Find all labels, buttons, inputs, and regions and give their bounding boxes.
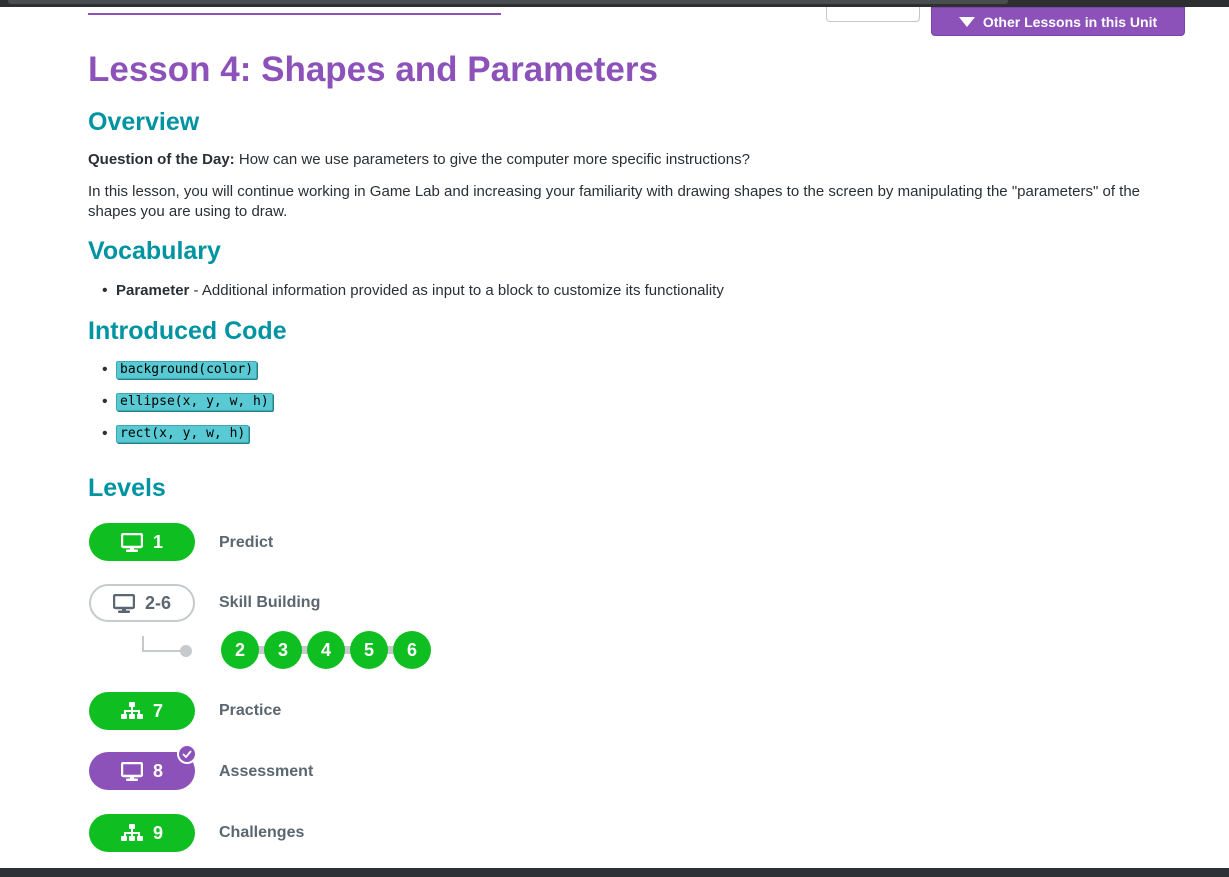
lesson-title: Lesson 4: Shapes and Parameters — [88, 50, 658, 89]
vocabulary-term: Parameter — [116, 282, 190, 299]
desktop-icon — [120, 532, 143, 552]
sitemap-icon — [120, 702, 143, 719]
sitemap-icon — [120, 824, 143, 841]
level-number: 2-6 — [144, 592, 171, 613]
header-secondary-button[interactable] — [826, 7, 920, 22]
code-rect[interactable]: rect(x, y, w, h) — [116, 425, 250, 443]
caret-down-icon — [958, 16, 975, 27]
code-background[interactable]: background(color) — [116, 361, 258, 379]
level-number: 1 — [152, 531, 163, 552]
qotd-text: How can we use parameters to give the co… — [234, 151, 750, 168]
desktop-icon — [112, 593, 135, 613]
browser-bottom-bar — [0, 868, 1229, 877]
check-icon — [182, 750, 192, 758]
level-9-pill[interactable]: 9 — [89, 814, 195, 852]
other-lessons-button[interactable]: Other Lessons in this Unit — [931, 7, 1185, 36]
level-label-predict[interactable]: Predict — [219, 533, 273, 553]
overview-heading: Overview — [88, 108, 200, 136]
sublevel-bubble-4[interactable]: 4 — [307, 631, 345, 669]
sublevel-bubble-6[interactable]: 6 — [393, 631, 431, 669]
levels-heading: Levels — [88, 474, 166, 502]
level-label-assessment[interactable]: Assessment — [219, 762, 313, 782]
sublevel-bubble-2[interactable]: 2 — [221, 631, 259, 669]
question-of-the-day: Question of the Day: How can we use para… — [88, 150, 1188, 170]
sublevel-bubble-3[interactable]: 3 — [264, 631, 302, 669]
sublevel-connector-dot — [180, 645, 192, 657]
sublevel-bubble-5[interactable]: 5 — [350, 631, 388, 669]
sublevel-connector — [142, 636, 182, 652]
level-label-practice[interactable]: Practice — [219, 701, 281, 721]
desktop-icon — [120, 761, 143, 781]
level-7-pill[interactable]: 7 — [89, 692, 195, 730]
overview-description: In this lesson, you will continue workin… — [88, 183, 1141, 220]
level-number: 7 — [152, 700, 163, 721]
level-2-6-pill[interactable]: 2-6 — [89, 584, 195, 622]
qotd-label: Question of the Day: — [88, 151, 235, 168]
vocabulary-item: Parameter - Additional information provi… — [100, 281, 724, 301]
level-label-skill-building[interactable]: Skill Building — [219, 593, 320, 613]
top-bar-strip — [8, 0, 1008, 4]
level-number: 8 — [152, 760, 163, 781]
introduced-code-heading: Introduced Code — [88, 317, 287, 345]
submitted-check-badge — [177, 744, 197, 764]
code-ellipse[interactable]: ellipse(x, y, w, h) — [116, 393, 273, 411]
other-lessons-label: Other Lessons in this Unit — [982, 13, 1158, 30]
level-8-pill[interactable]: 8 — [89, 744, 197, 790]
vocabulary-definition: - Additional information provided as inp… — [189, 282, 724, 299]
vocabulary-heading: Vocabulary — [88, 237, 221, 265]
breadcrumb-link[interactable] — [88, 5, 501, 15]
level-1-pill[interactable]: 1 — [89, 523, 195, 561]
level-number: 9 — [152, 822, 163, 843]
vocabulary-list: Parameter - Additional information provi… — [100, 281, 724, 301]
level-label-challenges[interactable]: Challenges — [219, 823, 304, 843]
